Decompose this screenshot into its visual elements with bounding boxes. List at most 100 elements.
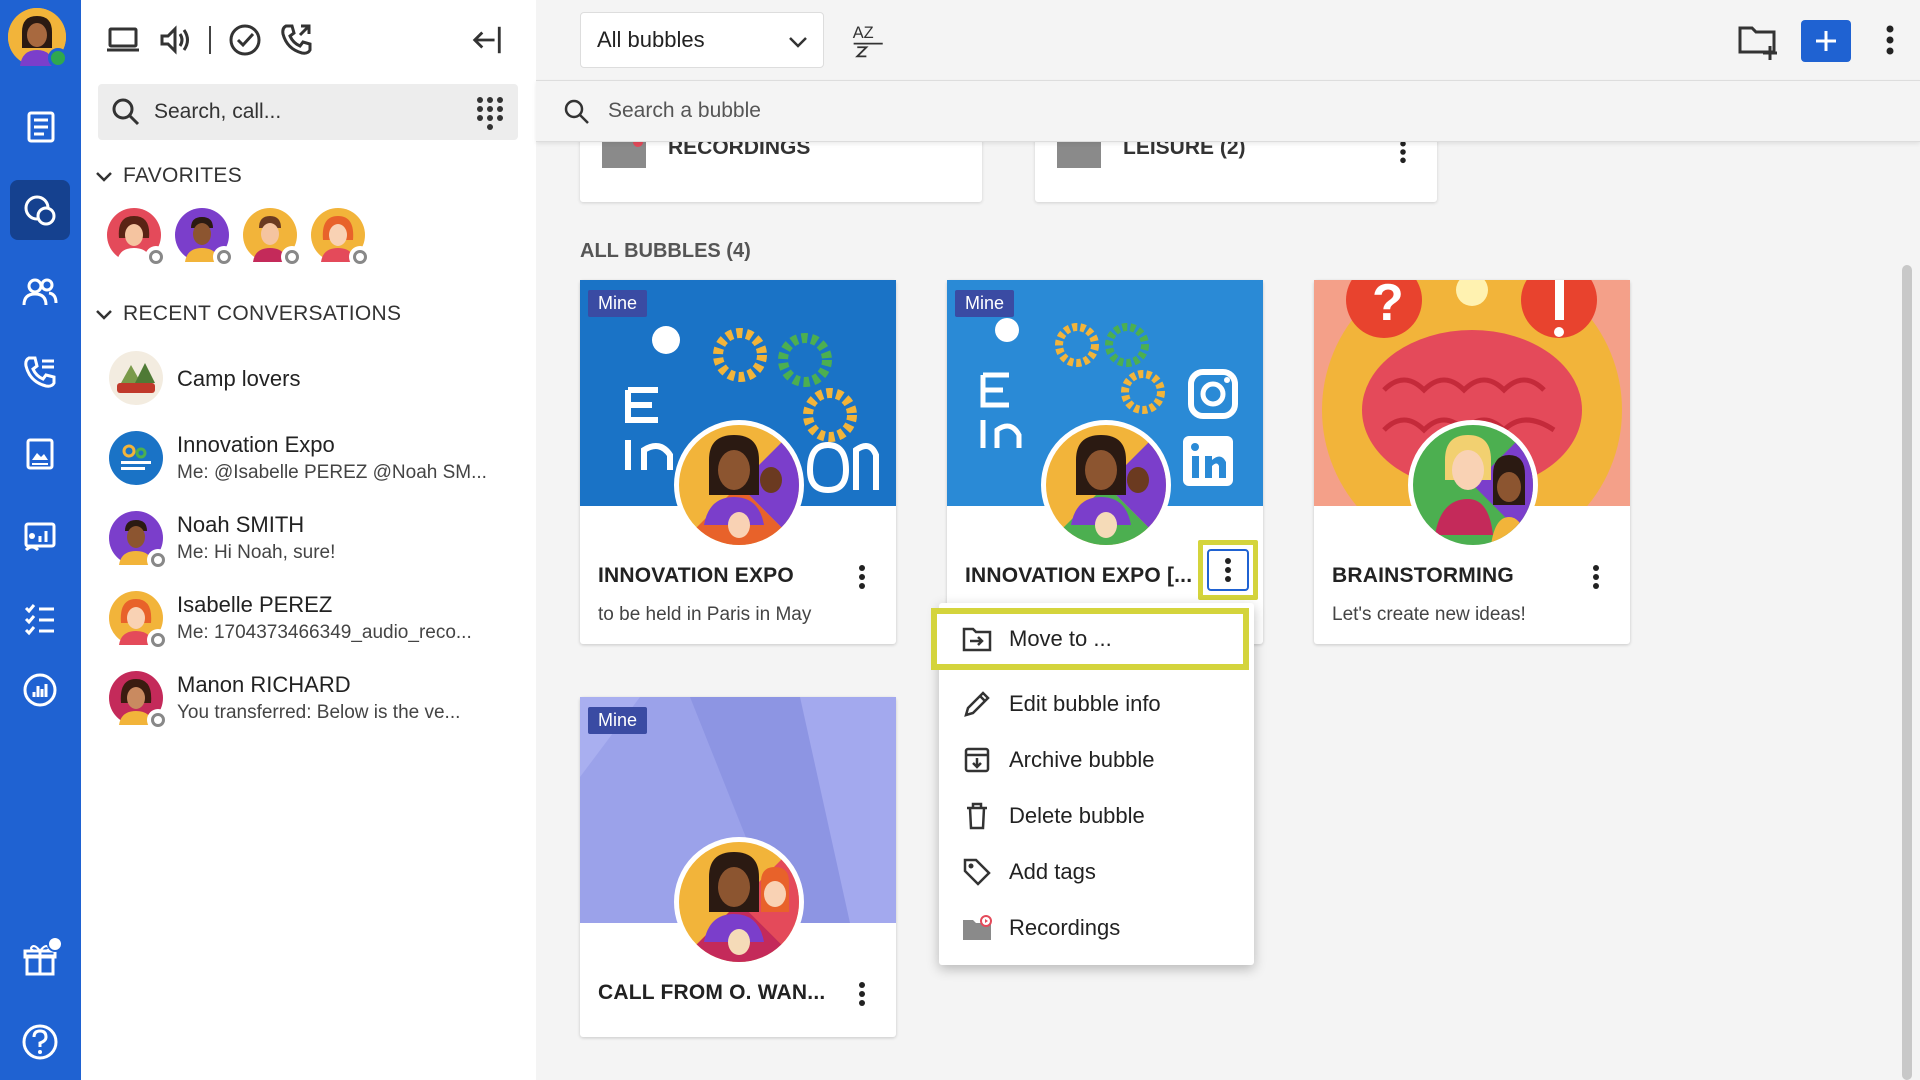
bubble-more-button-highlighted[interactable]	[1198, 540, 1258, 600]
recent-conversations-title: RECENT CONVERSATIONS	[123, 302, 402, 325]
bubble-card[interactable]: ? BRAINSTORMING Let's create new ideas!	[1314, 280, 1630, 644]
dialpad-icon[interactable]	[472, 94, 508, 130]
menu-item-archive-bubble[interactable]: Archive bubble	[939, 732, 1254, 788]
bubble-search-input[interactable]	[608, 99, 1108, 123]
bubble-description: to be held in Paris in May	[598, 604, 812, 625]
news-button[interactable]	[10, 96, 70, 156]
more-vertical-icon[interactable]	[1592, 564, 1600, 590]
svg-text:?: ?	[1372, 280, 1404, 332]
chevron-down-icon	[789, 37, 807, 48]
menu-item-recordings[interactable]: Recordings	[939, 900, 1254, 956]
favorite-contact[interactable]	[107, 208, 167, 268]
files-button[interactable]	[10, 424, 70, 484]
plus-icon	[1816, 31, 1836, 51]
conversation-item[interactable]: Manon RICHARD You transferred: Below is …	[105, 666, 525, 736]
presence-offline-icon	[147, 629, 169, 651]
more-options-button[interactable]	[1878, 20, 1902, 60]
menu-item-delete-bubble[interactable]: Delete bubble	[939, 788, 1254, 844]
menu-item-label: Recordings	[1009, 915, 1121, 940]
conversation-name: Camp lovers	[177, 366, 301, 391]
conversation-last-message: Me: Hi Noah, sure!	[177, 542, 336, 563]
bubble-description: Let's create new ideas!	[1332, 604, 1526, 625]
contact-avatar	[109, 671, 169, 731]
bubble-members-avatar	[674, 420, 804, 550]
side-panel: FAVORITES RECENT CONVERSATIONS Camp love…	[81, 0, 536, 1080]
more-vertical-icon[interactable]	[1399, 140, 1407, 164]
panel-search-input[interactable]	[154, 100, 454, 124]
favorites-header[interactable]: FAVORITES	[93, 164, 242, 188]
availability-check-icon[interactable]	[227, 22, 263, 58]
presence-offline-icon	[145, 246, 167, 268]
main-scrollbar[interactable]	[1902, 265, 1912, 1080]
sort-button[interactable]: AZ	[848, 18, 892, 62]
trash-icon	[967, 802, 987, 830]
presence-offline-icon	[213, 246, 235, 268]
analytics-button[interactable]	[10, 660, 70, 720]
menu-item-edit-bubble[interactable]: Edit bubble info	[939, 676, 1254, 732]
my-avatar[interactable]	[8, 8, 68, 68]
help-button[interactable]	[10, 1012, 70, 1072]
conversation-last-message: Me: @Isabelle PEREZ @Noah SM...	[177, 462, 487, 483]
conversation-item[interactable]: Camp lovers	[105, 346, 525, 416]
contacts-icon	[22, 278, 58, 306]
new-folder-button[interactable]	[1736, 18, 1780, 62]
dashboard-button[interactable]	[10, 506, 70, 566]
bubbles-icon	[24, 195, 56, 226]
favorite-contact[interactable]	[311, 208, 371, 268]
bubbles-button[interactable]	[10, 180, 70, 240]
menu-item-move-to[interactable]: Move to ...	[931, 608, 1249, 670]
speaker-icon[interactable]	[157, 22, 193, 58]
news-icon	[27, 111, 55, 143]
conversation-name: Manon RICHARD	[177, 672, 351, 697]
folder-add-icon	[1738, 26, 1777, 60]
conversation-name: Innovation Expo	[177, 432, 335, 457]
tasks-button[interactable]	[10, 588, 70, 648]
presence-offline-icon	[349, 246, 371, 268]
more-vertical-icon	[1886, 25, 1894, 55]
members-collage-icon	[679, 425, 799, 545]
mine-badge: Mine	[588, 290, 648, 317]
bubbles-toolbar: All bubbles AZ	[536, 0, 1920, 80]
call-log-icon	[24, 356, 56, 388]
group-avatar	[109, 431, 163, 485]
app-rail	[0, 0, 81, 1080]
expo-logo-icon	[109, 431, 163, 485]
chevron-down-icon	[96, 172, 112, 182]
help-icon	[22, 1024, 58, 1060]
presence-offline-icon	[281, 246, 303, 268]
bubbles-main: All bubbles AZ RECORDINGS LEISURE (2	[536, 0, 1920, 1080]
conversation-item[interactable]: Noah SMITH Me: Hi Noah, sure!	[105, 506, 525, 576]
collapse-left-icon	[472, 26, 501, 54]
bubble-card[interactable]: Mine INNOVATION EXPO to be held in Paris…	[580, 280, 896, 644]
collapse-panel-button[interactable]	[467, 20, 507, 60]
analytics-icon	[23, 673, 57, 707]
bubble-search-box	[536, 80, 1920, 142]
menu-item-label: Edit bubble info	[1009, 691, 1161, 716]
menu-item-add-tags[interactable]: Add tags	[939, 844, 1254, 900]
group-avatar	[109, 351, 163, 405]
mine-badge: Mine	[955, 290, 1015, 317]
dashboard-icon	[24, 522, 56, 552]
favorite-contact[interactable]	[243, 208, 303, 268]
menu-item-label: Delete bubble	[1009, 803, 1145, 828]
conversation-last-message: You transferred: Below is the ve...	[177, 702, 461, 723]
call-forward-icon[interactable]	[279, 22, 315, 58]
bubble-card[interactable]: Mine CALL FROM O. WAN...	[580, 697, 896, 1037]
computer-icon[interactable]	[105, 22, 141, 58]
search-icon	[564, 99, 589, 124]
more-vertical-icon[interactable]	[858, 564, 866, 590]
recent-conversations-header[interactable]: RECENT CONVERSATIONS	[93, 302, 401, 326]
conversation-item[interactable]: Isabelle PEREZ Me: 1704373466349_audio_r…	[105, 586, 525, 656]
bubble-filter-select[interactable]: All bubbles	[580, 12, 824, 68]
search-icon	[112, 98, 140, 126]
create-bubble-button[interactable]	[1801, 20, 1851, 62]
favorite-contact[interactable]	[175, 208, 235, 268]
conversation-item[interactable]: Innovation Expo Me: @Isabelle PEREZ @Noa…	[105, 426, 525, 496]
more-vertical-icon[interactable]	[858, 981, 866, 1007]
calls-button[interactable]	[10, 342, 70, 402]
sort-label: AZ	[853, 24, 874, 42]
contacts-button[interactable]	[10, 262, 70, 322]
notification-dot	[47, 936, 63, 952]
more-vertical-icon	[1225, 558, 1231, 582]
camp-logo-icon	[109, 351, 163, 405]
